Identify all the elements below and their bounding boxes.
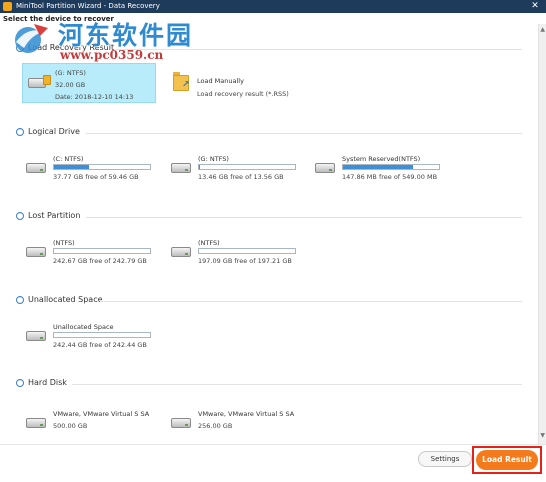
recovery-badge-icon (43, 75, 51, 85)
usage-fill (343, 165, 414, 169)
drive-icon (171, 163, 191, 173)
section-divider (116, 49, 522, 50)
section-divider (86, 133, 522, 134)
scroll-up-icon[interactable]: ▲ (540, 26, 545, 33)
drive-item[interactable]: System Reserved(NTFS) 147.86 MB free of … (315, 155, 445, 189)
drive-free-space: 242.44 GB free of 242.44 GB (53, 341, 147, 349)
drive-name: (C: NTFS) (53, 155, 84, 163)
collapse-chevron-icon[interactable]: ˄ (16, 296, 24, 304)
disk-capacity: 500.00 GB (53, 422, 88, 430)
recovery-result-size: 32.00 GB (55, 81, 86, 89)
scroll-down-icon[interactable]: ▼ (540, 432, 545, 439)
usage-bar (342, 164, 440, 170)
collapse-chevron-icon[interactable]: ˄ (16, 128, 24, 136)
disk-item[interactable]: VMware, VMware Virtual S SA 256.00 GB (171, 410, 301, 444)
drive-free-space: 147.86 MB free of 549.00 MB (342, 173, 438, 181)
collapse-chevron-icon[interactable]: ˄ (16, 44, 24, 52)
drive-icon (26, 331, 46, 341)
load-manually-folder-icon[interactable]: ↗ (173, 72, 191, 92)
usage-fill (199, 165, 200, 169)
section-unallocated-space[interactable]: ˄ Unallocated Space (16, 295, 522, 307)
collapse-chevron-icon[interactable]: ˄ (16, 379, 24, 387)
title-bar: MiniTool Partition Wizard - Data Recover… (0, 0, 546, 13)
drive-item[interactable]: (NTFS) 197.09 GB free of 197.21 GB (171, 239, 301, 273)
drive-icon (26, 247, 46, 257)
drive-item[interactable]: (C: NTFS) 37.77 GB free of 59.46 GB (26, 155, 156, 189)
recovery-result-date: Date: 2018-12-10 14:13 (55, 93, 134, 101)
disk-item[interactable]: VMware, VMware Virtual S SA 500.00 GB (26, 410, 156, 444)
drive-item[interactable]: Unallocated Space 242.44 GB free of 242.… (26, 323, 156, 357)
usage-bar (198, 164, 296, 170)
section-hard-disk[interactable]: ˄ Hard Disk (16, 378, 522, 390)
drive-free-space: 13.46 GB free of 13.56 GB (198, 173, 284, 181)
section-lost-partition[interactable]: ˄ Lost Partition (16, 211, 522, 223)
app-icon (3, 2, 12, 11)
drive-name: System Reserved(NTFS) (342, 155, 421, 163)
drive-icon (315, 163, 335, 173)
vertical-scrollbar[interactable] (538, 24, 546, 444)
section-divider (72, 384, 522, 385)
section-label: Lost Partition (28, 211, 81, 220)
recovery-result-item-selected[interactable]: (G: NTFS) 32.00 GB Date: 2018-12-10 14:1… (22, 63, 156, 103)
usage-bar (53, 248, 151, 254)
drive-name: Unallocated Space (53, 323, 114, 331)
load-manually-title[interactable]: Load Manually (197, 77, 244, 85)
section-label: Unallocated Space (28, 295, 103, 304)
section-divider (100, 301, 522, 302)
section-label: Logical Drive (28, 127, 80, 136)
section-divider (86, 217, 522, 218)
drive-free-space: 242.67 GB free of 242.79 GB (53, 257, 147, 265)
drive-icon (171, 247, 191, 257)
usage-bar (198, 248, 296, 254)
usage-fill (54, 165, 89, 169)
section-load-recovery-result[interactable]: ˄ Load Recovery Result (16, 43, 522, 55)
drive-item[interactable]: (G: NTFS) 13.46 GB free of 13.56 GB (171, 155, 301, 189)
hard-disk-icon (171, 418, 191, 428)
section-logical-drive[interactable]: ˄ Logical Drive (16, 127, 522, 139)
collapse-chevron-icon[interactable]: ˄ (16, 212, 24, 220)
usage-bar (53, 332, 151, 338)
disk-name: VMware, VMware Virtual S SA (198, 410, 295, 418)
settings-button[interactable]: Settings (418, 451, 472, 467)
window-title: MiniTool Partition Wizard - Data Recover… (16, 2, 160, 10)
recovery-result-name: (G: NTFS) (55, 69, 86, 77)
drive-name: (NTFS) (53, 239, 75, 247)
usage-bar (53, 164, 151, 170)
hard-disk-icon (26, 418, 46, 428)
drive-free-space: 197.09 GB free of 197.21 GB (198, 257, 292, 265)
drive-name: (NTFS) (198, 239, 220, 247)
close-icon[interactable]: ✕ (528, 0, 542, 13)
disk-name: VMware, VMware Virtual S SA (53, 410, 150, 418)
drive-icon (26, 163, 46, 173)
section-label: Load Recovery Result (28, 43, 115, 52)
section-label: Hard Disk (28, 378, 67, 387)
disk-capacity: 256.00 GB (198, 422, 233, 430)
load-result-button[interactable]: Load Result (476, 450, 538, 470)
page-subtitle: Select the device to recover (3, 15, 114, 23)
drive-free-space: 37.77 GB free of 59.46 GB (53, 173, 139, 181)
drive-item[interactable]: (NTFS) 242.67 GB free of 242.79 GB (26, 239, 156, 273)
load-manually-desc: Load recovery result (*.RSS) (197, 90, 289, 98)
drive-name: (G: NTFS) (198, 155, 229, 163)
